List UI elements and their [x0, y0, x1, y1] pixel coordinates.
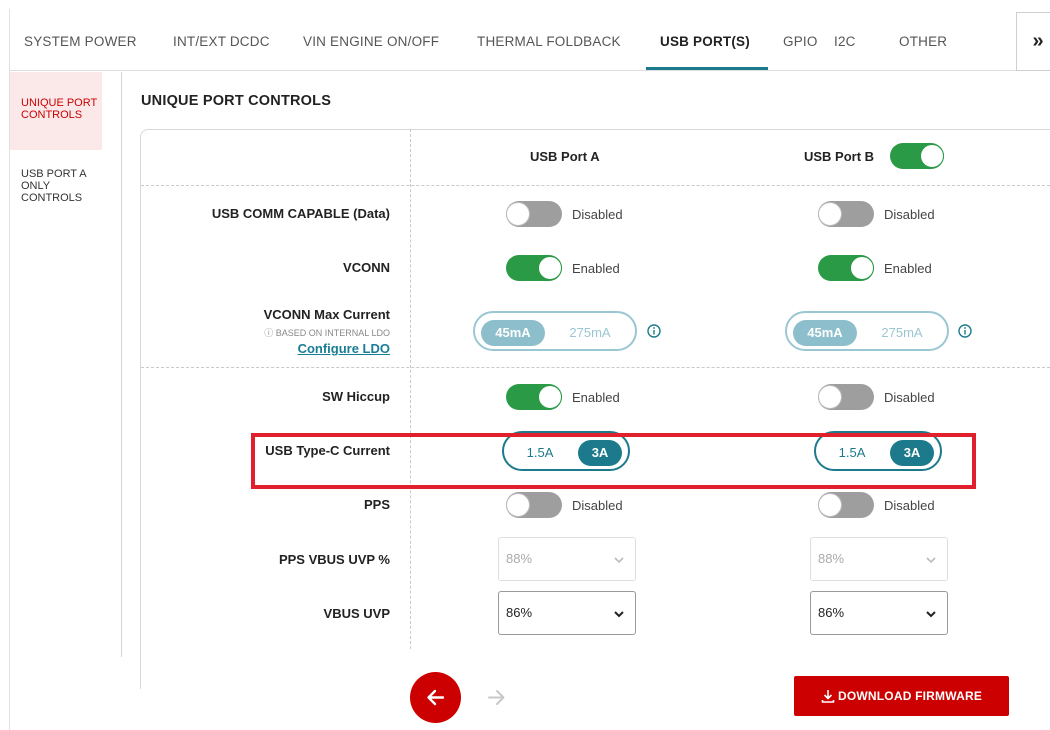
- port-b-vconn-45ma-option[interactable]: 45mA: [793, 320, 857, 346]
- port-a-vconn-45ma-option[interactable]: 45mA: [481, 320, 545, 346]
- info-icon[interactable]: [958, 324, 972, 338]
- port-b-pps-state: Disabled: [884, 498, 935, 513]
- highlight-box: [251, 433, 976, 489]
- port-a-vbus-uvp-select[interactable]: 86%: [498, 591, 636, 635]
- select-value: 88%: [818, 551, 845, 566]
- app-window: SYSTEM POWER INT/EXT DCDC VIN ENGINE ON/…: [9, 9, 1050, 730]
- chevron-down-icon: [926, 611, 936, 618]
- port-b-pps-vbus-uvp-select[interactable]: 88%: [810, 537, 948, 581]
- active-tab-indicator: [646, 67, 768, 70]
- port-a-sw-hiccup-state: Enabled: [572, 390, 620, 405]
- toggle-knob: [538, 385, 562, 409]
- row-label-pps: PPS: [363, 497, 390, 512]
- toggle-knob: [850, 256, 874, 280]
- info-icon[interactable]: [647, 324, 661, 338]
- row-divider: [141, 185, 1050, 186]
- port-b-vbus-uvp-select[interactable]: 86%: [810, 591, 948, 635]
- port-b-pps-toggle[interactable]: [818, 492, 874, 518]
- port-a-pps-vbus-uvp-select[interactable]: 88%: [498, 537, 636, 581]
- ldo-note: ⓘ BASED ON INTERNAL LDO: [264, 326, 390, 339]
- arrow-left-icon: [427, 689, 445, 706]
- download-icon: [821, 690, 835, 703]
- tab-system-power[interactable]: SYSTEM POWER: [24, 9, 137, 71]
- download-firmware-button[interactable]: DOWNLOAD FIRMWARE: [794, 676, 1009, 716]
- port-a-pps-toggle[interactable]: [506, 492, 562, 518]
- row-label-usb-comm: USB COMM CAPABLE (Data): [211, 206, 390, 221]
- sidebar: UNIQUE PORT CONTROLS USB PORT A ONLY CON…: [10, 72, 122, 657]
- tabs-scroll-right-button[interactable]: »: [1016, 12, 1050, 71]
- port-b-vconn-275ma-option[interactable]: 275mA: [867, 320, 937, 346]
- back-button[interactable]: [410, 672, 461, 723]
- row-label-vconn: VCONN: [343, 260, 390, 275]
- sidebar-item-unique-port-controls[interactable]: UNIQUE PORT CONTROLS: [10, 72, 102, 150]
- chevron-down-icon: [926, 557, 936, 564]
- toggle-knob: [506, 202, 530, 226]
- toggle-knob: [920, 144, 944, 168]
- port-a-vconn-state: Enabled: [572, 261, 620, 276]
- toggle-knob: [818, 385, 842, 409]
- tab-vin-engine[interactable]: VIN ENGINE ON/OFF: [303, 9, 439, 71]
- toggle-knob: [538, 256, 562, 280]
- select-value: 88%: [506, 551, 533, 566]
- port-b-usb-comm-toggle[interactable]: [818, 201, 874, 227]
- port-a-usb-comm-toggle[interactable]: [506, 201, 562, 227]
- download-firmware-label: DOWNLOAD FIRMWARE: [837, 689, 983, 703]
- port-a-vconn-toggle[interactable]: [506, 255, 562, 281]
- row-label-sw-hiccup: SW Hiccup: [322, 389, 390, 404]
- arrow-right-icon: [488, 690, 505, 705]
- chevron-down-icon: [614, 611, 624, 618]
- port-b-usb-comm-state: Disabled: [884, 207, 935, 222]
- row-label-vconn-max: VCONN Max Current: [263, 307, 390, 322]
- port-a-usb-comm-state: Disabled: [572, 207, 623, 222]
- port-b-vconn-toggle[interactable]: [818, 255, 874, 281]
- tab-thermal-foldback[interactable]: THERMAL FOLDBACK: [477, 9, 621, 71]
- chevron-double-right-icon: »: [1032, 30, 1044, 52]
- chevron-down-icon: [614, 557, 624, 564]
- port-a-vconn-275ma-option[interactable]: 275mA: [555, 320, 625, 346]
- ldo-note-text: BASED ON INTERNAL LDO: [275, 328, 390, 338]
- sidebar-item-usb-port-a-only[interactable]: USB PORT A ONLY CONTROLS: [10, 168, 102, 204]
- configure-ldo-link[interactable]: Configure LDO: [298, 341, 390, 356]
- column-divider: [410, 129, 411, 649]
- info-circle-icon: ⓘ: [264, 328, 276, 338]
- tab-i2c[interactable]: I2C: [834, 9, 856, 71]
- column-header-port-b: USB Port B: [804, 149, 875, 164]
- select-value: 86%: [818, 605, 845, 620]
- row-label-pps-vbus-uvp: PPS VBUS UVP %: [278, 552, 390, 567]
- tab-int-ext-dcdc[interactable]: INT/EXT DCDC: [173, 9, 270, 71]
- toggle-knob: [506, 493, 530, 517]
- port-b-sw-hiccup-toggle[interactable]: [818, 384, 874, 410]
- select-value: 86%: [506, 605, 533, 620]
- forward-button[interactable]: [471, 672, 522, 723]
- column-header-port-a: USB Port A: [530, 149, 600, 164]
- row-label-vbus-uvp: VBUS UVP: [323, 606, 390, 621]
- port-a-pps-state: Disabled: [572, 498, 623, 513]
- tab-usb-ports[interactable]: USB PORT(S): [660, 9, 750, 71]
- tab-gpio[interactable]: GPIO: [783, 9, 818, 71]
- tab-other[interactable]: OTHER: [899, 9, 947, 71]
- port-a-vconn-max-selector: 45mA 275mA: [473, 311, 637, 351]
- tab-bar: SYSTEM POWER INT/EXT DCDC VIN ENGINE ON/…: [10, 9, 1050, 71]
- port-a-sw-hiccup-toggle[interactable]: [506, 384, 562, 410]
- port-b-enable-toggle[interactable]: [890, 143, 944, 169]
- section-title: UNIQUE PORT CONTROLS: [141, 93, 332, 109]
- port-b-sw-hiccup-state: Disabled: [884, 390, 935, 405]
- port-b-vconn-max-selector: 45mA 275mA: [785, 311, 949, 351]
- toggle-knob: [818, 493, 842, 517]
- port-b-vconn-state: Enabled: [884, 261, 932, 276]
- toggle-knob: [818, 202, 842, 226]
- row-divider: [141, 367, 1050, 368]
